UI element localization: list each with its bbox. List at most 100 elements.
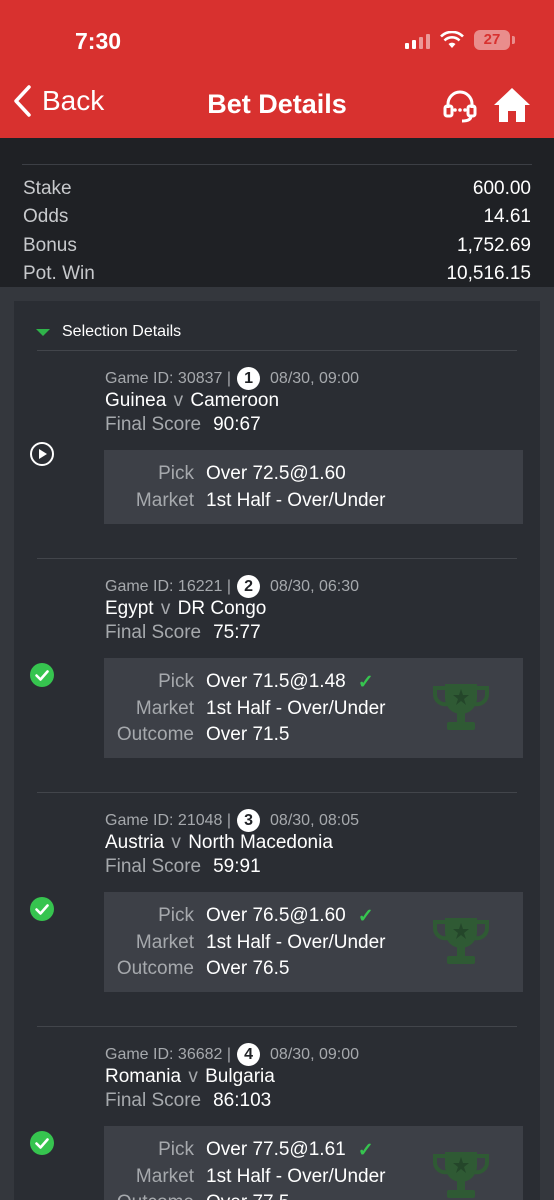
game-id: 36682 [177,1045,223,1063]
summary-label: Pot. Win [23,263,95,284]
versus-label: v [160,598,171,619]
home-team: Romania [105,1066,182,1087]
market-row: Market 1st Half - Over/Under [104,490,386,512]
game-datetime: 08/30, 08:05 [270,811,359,829]
selection-number-badge: 1 [237,367,261,390]
away-team: North Macedonia [188,832,333,853]
game-datetime: 08/30, 09:00 [270,369,359,387]
pick-box: Pick Over 71.5@1.48 ✓ Market 1st Half - … [104,658,523,758]
selection-details-toggle[interactable]: Selection Details [36,323,181,341]
away-team: Cameroon [190,390,280,411]
game-id-prefix: Game ID: [105,811,174,829]
match-teams: Romania v Bulgaria [105,1066,275,1088]
home-button[interactable] [492,86,532,129]
versus-label: v [171,832,181,853]
home-team: Guinea [105,390,167,411]
summary-value: 10,516.15 [446,263,531,284]
won-check-icon [30,663,54,687]
outcome-label: Outcome [104,1192,194,1200]
final-score: Final Score 59:91 [105,856,261,878]
selection-number-badge: 4 [237,1043,261,1066]
market-label: Market [135,1166,194,1187]
game-datetime: 08/30, 06:30 [270,577,359,595]
summary-row-odds: Odds 14.61 [23,206,531,228]
home-team: Austria [105,832,165,853]
pick-value: Over 76.5@1.60 [206,905,346,926]
market-row: Market 1st Half - Over/Under [104,1166,386,1188]
market-row: Market 1st Half - Over/Under [104,932,386,954]
summary-label: Odds [23,206,69,227]
selection-number-badge: 2 [237,575,261,598]
game-meta: Game ID: 36682 | 4 08/30, 09:00 [105,1043,359,1066]
outcome-value: Over 76.5 [206,958,290,979]
market-value: 1st Half - Over/Under [206,932,386,953]
status-icons: 27 [405,30,515,50]
match-teams: Austria v North Macedonia [105,832,333,854]
outcome-value: Over 71.5 [206,724,290,745]
market-value: 1st Half - Over/Under [206,1166,386,1187]
pick-label: Pick [158,1139,194,1160]
final-score-value: 75:77 [213,622,261,643]
market-value: 1st Half - Over/Under [206,698,386,719]
game-meta: Game ID: 21048 | 3 08/30, 08:05 [105,809,359,832]
game-datetime: 08/30, 09:00 [270,1045,359,1063]
trophy-icon [433,918,489,964]
final-score-label: Final Score [105,1090,202,1111]
summary-row-bonus: Bonus 1,752.69 [23,235,531,257]
match-teams: Guinea v Cameroon [105,390,279,412]
trophy-icon [433,684,489,730]
outcome-row: Outcome Over 76.5 [104,958,290,980]
summary-value: 600.00 [472,178,531,199]
pick-box: Pick Over 77.5@1.61 ✓ Market 1st Half - … [104,1126,523,1200]
summary-label: Stake [23,178,72,199]
pick-label: Pick [158,905,194,926]
game-id: 16221 [177,577,223,595]
final-score-label: Final Score [105,622,202,643]
caret-down-icon [36,328,50,336]
market-label: Market [135,932,194,953]
won-check-icon [30,897,54,921]
battery-icon: 27 [474,30,515,50]
pick-box: Pick Over 76.5@1.60 ✓ Market 1st Half - … [104,892,523,992]
market-value: 1st Half - Over/Under [206,490,386,511]
divider [37,350,517,351]
divider [37,792,517,793]
final-score: Final Score 86:103 [105,1090,271,1112]
pick-won-check-icon: ✓ [357,1140,374,1161]
game-id: 30837 [177,369,223,387]
outcome-label: Outcome [116,958,194,979]
selection-details-label: Selection Details [62,323,182,340]
wifi-icon [440,31,464,48]
final-score-label: Final Score [105,414,202,435]
final-score-value: 90:67 [213,414,261,435]
final-score-label: Final Score [105,856,202,877]
pick-value: Over 71.5@1.48 [206,671,346,692]
pick-row: Pick Over 77.5@1.61 ✓ [104,1139,374,1162]
summary-row-pot-win: Pot. Win 10,516.15 [23,263,531,285]
cellular-signal-icon [405,31,430,49]
divider [37,1026,517,1027]
header-bar: 7:30 27 Back Bet Details [0,0,554,138]
outcome-row: Outcome Over 71.5 [104,724,290,746]
trophy-icon [433,1152,489,1198]
away-team: Bulgaria [205,1066,275,1087]
home-icon [494,88,530,122]
versus-label: v [188,1066,198,1087]
outcome-row: Outcome Over 77.5 [104,1192,290,1200]
pick-box: Pick Over 72.5@1.60 Market 1st Half - Ov… [104,450,523,524]
pick-row: Pick Over 76.5@1.60 ✓ [104,905,374,928]
customer-support-button[interactable] [442,88,478,129]
game-id-prefix: Game ID: [105,369,174,387]
game-id-prefix: Game ID: [105,1045,174,1063]
won-check-icon [30,1131,54,1155]
game-meta: Game ID: 30837 | 1 08/30, 09:00 [105,367,359,390]
play-icon[interactable] [29,441,55,467]
home-team: Egypt [105,598,154,619]
game-id-prefix: Game ID: [105,577,174,595]
market-row: Market 1st Half - Over/Under [104,698,386,720]
final-score: Final Score 90:67 [105,414,261,436]
outcome-value: Over 77.5 [206,1192,289,1200]
versus-label: v [173,390,184,411]
game-meta: Game ID: 16221 | 2 08/30, 06:30 [105,575,359,598]
summary-label: Bonus [23,235,77,256]
